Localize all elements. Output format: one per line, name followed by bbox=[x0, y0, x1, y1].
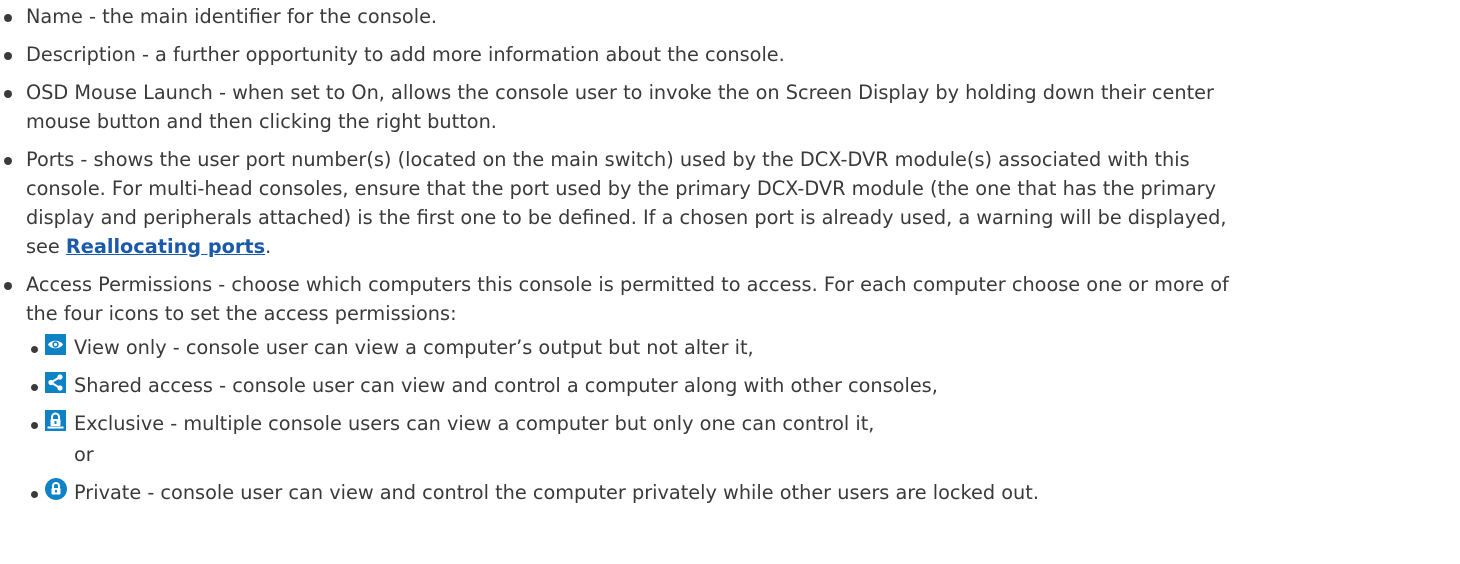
permission-text: Exclusive - multiple console users can v… bbox=[74, 412, 875, 435]
exclusive-lock-icon bbox=[45, 410, 66, 431]
list-item-text: Access Permissions - choose which comput… bbox=[26, 273, 1229, 296]
list-item-ports: Ports - shows the user port number(s) (l… bbox=[0, 145, 1460, 261]
list-item-description: Description - a further opportunity to a… bbox=[0, 40, 1460, 69]
permission-item-shared-access: Shared access - console user can view an… bbox=[0, 371, 1460, 400]
or-connector: or bbox=[74, 443, 94, 466]
permission-item-private: Private - console user can view and cont… bbox=[0, 478, 1460, 507]
permission-item-view-only: View only - console user can view a comp… bbox=[0, 333, 1460, 362]
share-icon bbox=[45, 372, 66, 393]
permission-item-exclusive: Exclusive - multiple console users can v… bbox=[0, 409, 1460, 438]
permissions-sub-list: View only - console user can view a comp… bbox=[0, 333, 1460, 438]
document-body: Name - the main identifier for the conso… bbox=[0, 0, 1460, 507]
list-item-text-cont: . bbox=[265, 235, 272, 258]
permission-text: Private - console user can view and cont… bbox=[74, 481, 1039, 504]
list-item-text: Description - a further opportunity to a… bbox=[26, 43, 785, 66]
list-item-text-cont: mouse button and then clicking the right… bbox=[26, 110, 497, 133]
list-item-text-cont: console. For multi-head consoles, ensure… bbox=[26, 177, 1217, 200]
list-item-text-cont: see bbox=[26, 235, 66, 258]
eye-icon bbox=[45, 334, 66, 355]
list-item-osd-mouse-launch: OSD Mouse Launch - when set to On, allow… bbox=[0, 78, 1460, 136]
list-item-text-cont: the four icons to set the access permiss… bbox=[26, 302, 457, 325]
private-lock-icon bbox=[45, 478, 67, 500]
permission-text: View only - console user can view a comp… bbox=[74, 336, 754, 359]
list-item-name: Name - the main identifier for the conso… bbox=[0, 2, 1460, 31]
permissions-sub-list-last: Private - console user can view and cont… bbox=[0, 478, 1460, 507]
reallocating-ports-link[interactable]: Reallocating ports bbox=[66, 235, 265, 258]
permission-text: Shared access - console user can view an… bbox=[74, 374, 938, 397]
list-item-text: Ports - shows the user port number(s) (l… bbox=[26, 148, 1190, 171]
main-bullet-list: Name - the main identifier for the conso… bbox=[0, 2, 1460, 328]
list-item-text: Name - the main identifier for the conso… bbox=[26, 5, 438, 28]
list-item-text: OSD Mouse Launch - when set to On, allow… bbox=[26, 81, 1214, 104]
list-item-access-permissions: Access Permissions - choose which comput… bbox=[0, 270, 1460, 328]
list-item-text-cont: display and peripherals attached) is the… bbox=[26, 206, 1227, 229]
